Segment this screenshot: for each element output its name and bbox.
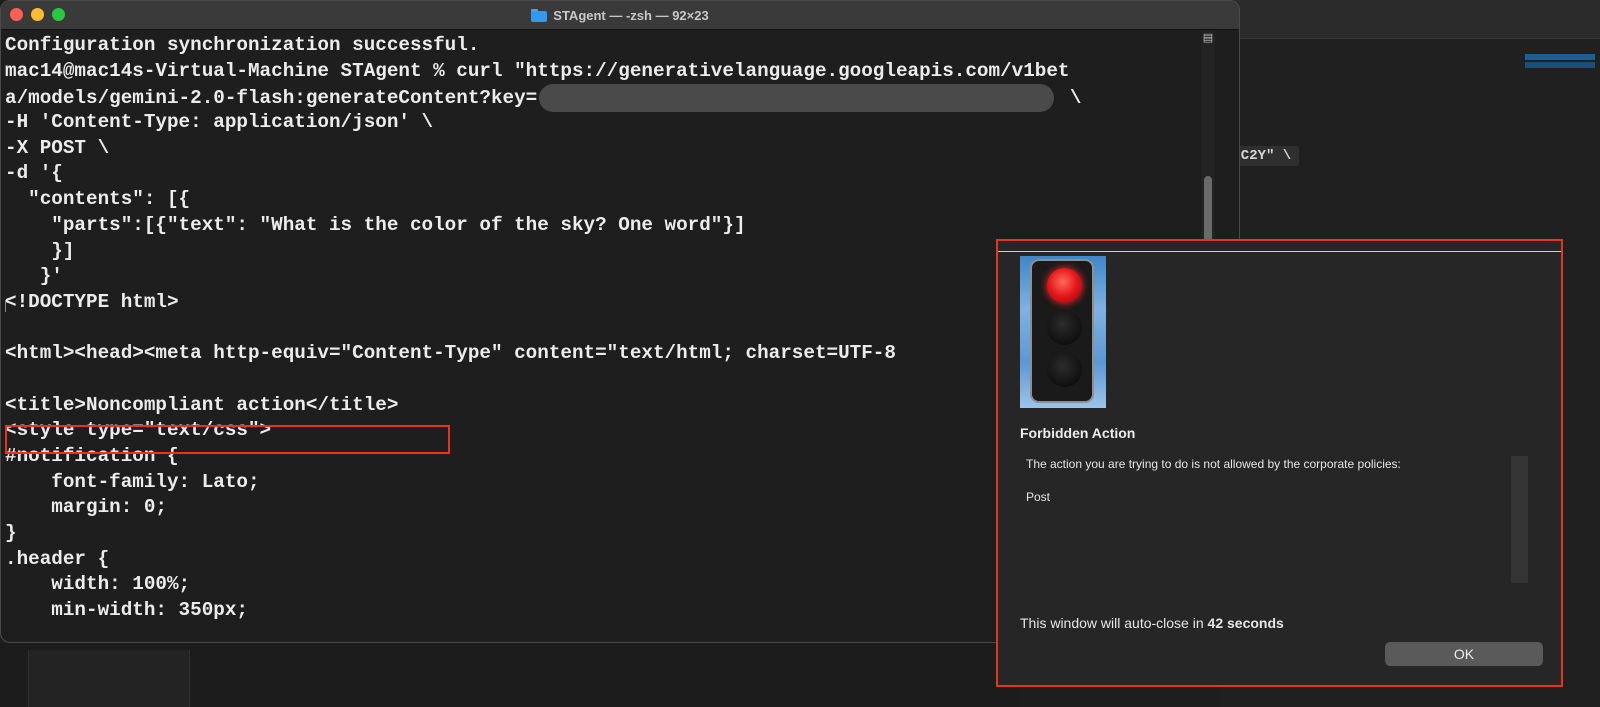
text-cursor-mark: [5, 300, 6, 312]
traffic-light-red-icon: [1020, 256, 1106, 408]
terminal-line: -X POST \: [5, 136, 110, 159]
terminal-line: "parts":[{"text": "What is the color of …: [5, 213, 746, 236]
auto-close-countdown: This window will auto-close in 42 second…: [1020, 615, 1284, 631]
terminal-line: "contents": [{: [5, 188, 191, 211]
countdown-prefix: This window will auto-close in: [1020, 615, 1204, 631]
terminal-line-text: a/models/gemini-2.0-flash:generateConten…: [5, 87, 538, 110]
countdown-value: 42 seconds: [1207, 615, 1284, 631]
redacted-api-key: [539, 84, 1055, 113]
dialog-title: Forbidden Action: [1020, 425, 1136, 441]
terminal-line: -H 'Content-Type: application/json' \: [5, 111, 434, 134]
green-lamp-off-icon: [1047, 352, 1082, 387]
dialog-divider: [998, 251, 1561, 252]
terminal-line: mac14@mac14s-Virtual-Machine STAgent % c…: [5, 59, 1070, 82]
window-title-group: STAgent — -zsh — 92×23: [1, 1, 1239, 29]
editor-minimap-highlight: [1525, 54, 1595, 60]
line-continuation: \: [1058, 87, 1082, 110]
dialog-message: The action you are trying to do is not a…: [1026, 457, 1401, 471]
yellow-lamp-off-icon: [1047, 310, 1082, 345]
background-editor-tabbar: [1220, 0, 1600, 39]
red-lamp-icon: [1047, 268, 1082, 303]
window-title: STAgent — -zsh — 92×23: [553, 7, 709, 23]
forbidden-action-dialog: Forbidden Action The action you are tryi…: [996, 239, 1563, 687]
folder-icon: [531, 8, 548, 22]
title-tag-highlight-box: [5, 425, 450, 454]
traffic-light-housing: [1030, 259, 1094, 403]
terminal-line: a/models/gemini-2.0-flash:generateConten…: [5, 84, 1195, 113]
scroll-up-icon[interactable]: ▤: [1201, 31, 1215, 45]
terminal-line: -d '{: [5, 162, 63, 185]
dialog-scrollbar[interactable]: [1511, 456, 1528, 583]
editor-minimap-highlight: [1525, 62, 1595, 68]
terminal-titlebar[interactable]: STAgent — -zsh — 92×23: [1, 1, 1239, 30]
dialog-message-panel: The action you are trying to do is not a…: [1020, 451, 1528, 583]
background-bottom-tab: [28, 650, 190, 707]
terminal-line: Configuration synchronization successful…: [5, 34, 480, 56]
ok-button[interactable]: OK: [1385, 642, 1543, 666]
blocked-action-name: Post: [1026, 490, 1051, 504]
